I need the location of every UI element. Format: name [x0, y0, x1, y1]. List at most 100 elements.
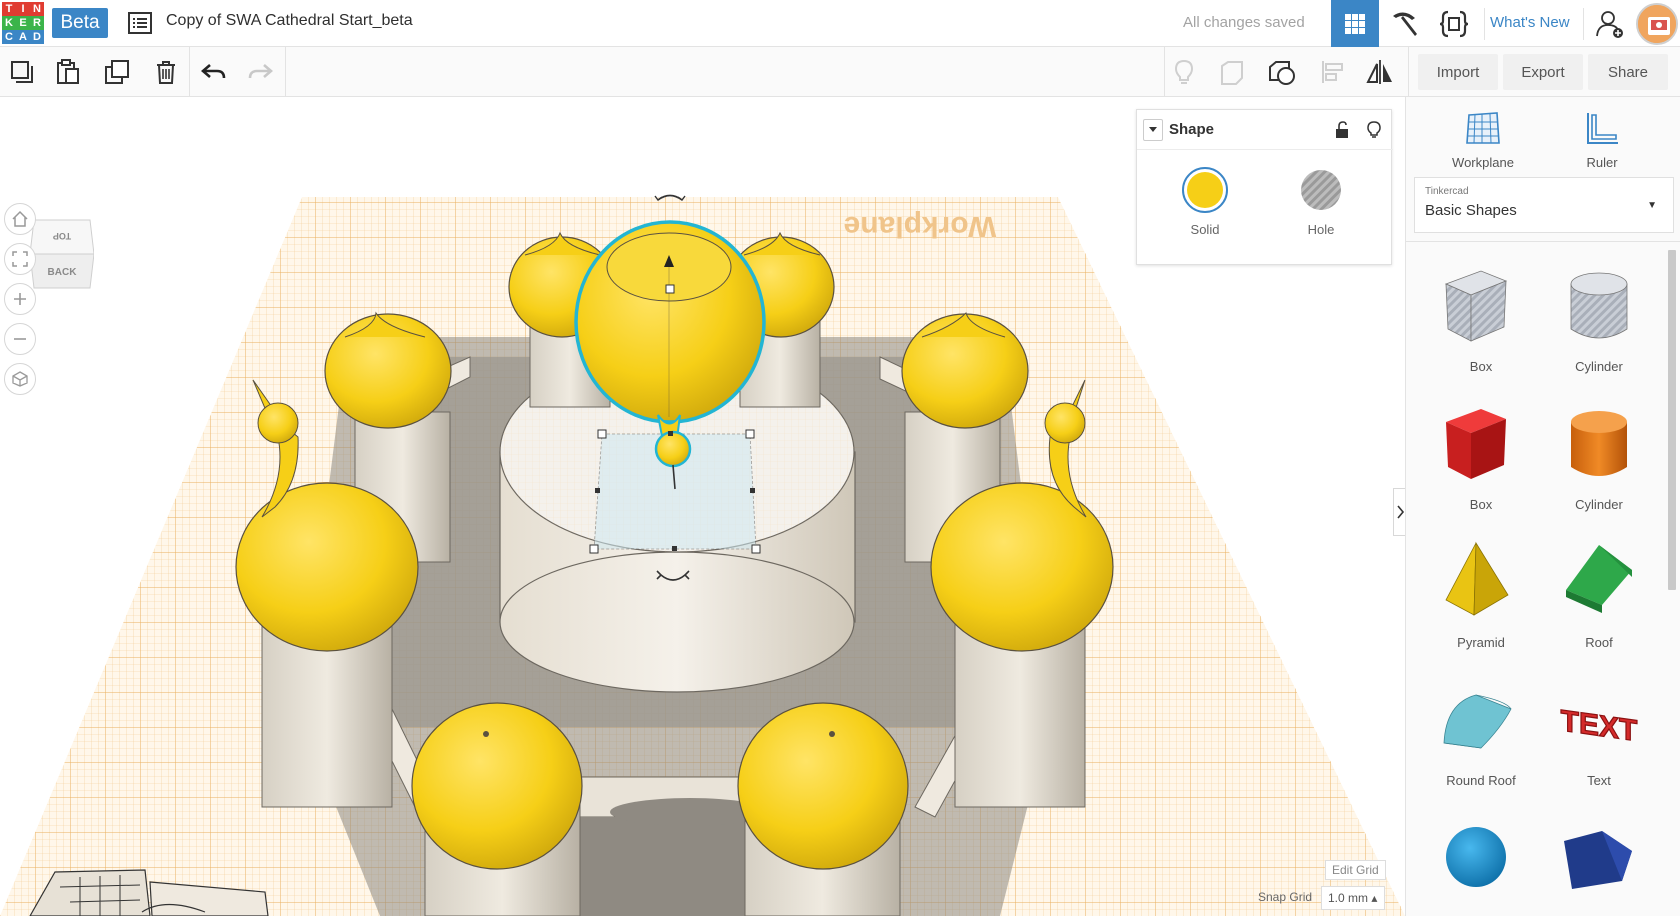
- add-user-icon: [1596, 10, 1623, 38]
- dome[interactable]: [901, 312, 1029, 429]
- resize-handle[interactable]: [672, 546, 677, 551]
- shape-notes-button[interactable]: [1365, 121, 1383, 139]
- trash-icon: [157, 61, 175, 84]
- view-cube[interactable]: TOP BACK: [29, 218, 95, 298]
- logo-letter: K: [2, 16, 16, 30]
- 3d-design-view-button[interactable]: [1331, 0, 1379, 47]
- shape-tile-round-roof[interactable]: Round Roof: [1426, 673, 1536, 798]
- caret-down-icon: [1149, 127, 1157, 132]
- panel-collapse-tab[interactable]: [1393, 488, 1405, 536]
- cube-icon: [12, 371, 28, 387]
- shape-label: Box: [1469, 497, 1493, 512]
- logo-letter: R: [30, 16, 44, 30]
- resize-handle[interactable]: [745, 429, 755, 439]
- shape-tile-wedge[interactable]: [1544, 811, 1654, 916]
- undo-icon: [201, 64, 226, 79]
- document-title[interactable]: Copy of SWA Cathedral Start_beta: [166, 12, 413, 30]
- mirror-icon: [1366, 60, 1392, 84]
- workplane-label: Workplane: [1452, 155, 1514, 170]
- grid-view-icon: [1345, 13, 1365, 34]
- fit-view-button[interactable]: [4, 243, 36, 275]
- shape-tile-pyramid[interactable]: Pyramid: [1426, 535, 1536, 660]
- tinkercad-app: T I N K E R C A D Beta Copy of SWA Cathe…: [0, 0, 1680, 916]
- cylinder-orange-icon: [1571, 411, 1627, 476]
- dome[interactable]: [411, 702, 583, 870]
- beta-badge: Beta: [52, 8, 108, 38]
- edit-grid-button[interactable]: Edit Grid: [1325, 860, 1386, 880]
- resize-handle[interactable]: [750, 488, 755, 493]
- export-button[interactable]: Export: [1503, 54, 1583, 90]
- design-list-icon[interactable]: [128, 12, 152, 34]
- height-handle[interactable]: [665, 284, 675, 294]
- zoom-out-button[interactable]: [4, 323, 36, 355]
- dome[interactable]: [737, 702, 909, 870]
- shape-label: Pyramid: [1457, 635, 1505, 650]
- logo-letter: E: [16, 16, 30, 30]
- align-button[interactable]: [1316, 56, 1348, 88]
- library-name: Basic Shapes: [1425, 202, 1517, 219]
- perspective-button[interactable]: [4, 363, 36, 395]
- add-user-button[interactable]: [1586, 0, 1634, 47]
- inspector-collapse-button[interactable]: [1143, 119, 1163, 141]
- delete-button[interactable]: [150, 56, 182, 88]
- logo-letter: I: [16, 2, 30, 16]
- snap-grid-select[interactable]: 1.0 mm ▴: [1321, 886, 1385, 910]
- paste-button[interactable]: [52, 56, 84, 88]
- tinkercad-logo[interactable]: T I N K E R C A D: [2, 2, 44, 44]
- toolbar-separator: [285, 47, 286, 97]
- user-avatar[interactable]: [1636, 3, 1678, 45]
- solid-color-button[interactable]: [1182, 167, 1228, 213]
- unlock-button[interactable]: [1333, 121, 1351, 139]
- code-braces-icon: [1439, 10, 1469, 37]
- whats-new-link[interactable]: What's New: [1490, 14, 1570, 31]
- logo-letter: A: [16, 30, 30, 44]
- fit-icon: [12, 251, 28, 267]
- shape-tile-box[interactable]: Box: [1426, 397, 1536, 522]
- unlock-icon: [1336, 121, 1348, 138]
- shape-tile-text[interactable]: TEXT Text: [1544, 673, 1654, 798]
- shape-tile-cylinder-hole[interactable]: Cylinder: [1544, 259, 1654, 384]
- inspector-header: Shape: [1137, 110, 1393, 150]
- shape-tile-sphere[interactable]: [1426, 811, 1536, 916]
- shape-library-select[interactable]: Tinkercad Basic Shapes ▼: [1414, 177, 1674, 233]
- undo-button[interactable]: [198, 56, 230, 88]
- logo-letter: N: [30, 2, 44, 16]
- shape-tile-cylinder[interactable]: Cylinder: [1544, 397, 1654, 522]
- shapes-scrollbar[interactable]: [1668, 250, 1676, 590]
- share-button[interactable]: Share: [1588, 54, 1668, 90]
- home-view-button[interactable]: [4, 203, 36, 235]
- resize-handle[interactable]: [597, 429, 607, 439]
- viewcube-back-label: BACK: [48, 267, 78, 278]
- workplane-tool[interactable]: Workplane: [1438, 107, 1528, 170]
- align-icon: [1322, 61, 1343, 83]
- resize-handle[interactable]: [595, 488, 600, 493]
- codeblocks-view-button[interactable]: [1430, 0, 1478, 47]
- group-button[interactable]: [1266, 56, 1298, 88]
- shape-tile-roof[interactable]: Roof: [1544, 535, 1654, 660]
- minus-icon: [14, 338, 26, 340]
- redo-button[interactable]: [244, 56, 276, 88]
- solid-label: Solid: [1190, 222, 1220, 237]
- hole-button[interactable]: [1298, 167, 1344, 213]
- notes-button[interactable]: [1168, 56, 1200, 88]
- dome[interactable]: [324, 311, 452, 429]
- logo-letter: C: [2, 30, 16, 44]
- design-canvas[interactable]: Workplane TOP BACK Shape Solid Hole Edit…: [0, 97, 1405, 916]
- blocks-view-button[interactable]: [1380, 0, 1428, 47]
- shape-label: Cylinder: [1575, 359, 1623, 374]
- svg-text:TEXT: TEXT: [1561, 704, 1638, 748]
- copy-button[interactable]: [6, 56, 38, 88]
- ruler-tool[interactable]: Ruler: [1557, 107, 1647, 170]
- resize-handle[interactable]: [589, 544, 599, 554]
- import-button[interactable]: Import: [1418, 54, 1498, 90]
- shape-tile-box-hole[interactable]: Box: [1426, 259, 1536, 384]
- resize-handle[interactable]: [751, 544, 761, 554]
- duplicate-button[interactable]: [102, 56, 134, 88]
- hide-button[interactable]: [1216, 56, 1248, 88]
- mirror-button[interactable]: [1364, 56, 1396, 88]
- logo-letter: T: [2, 2, 16, 16]
- shape-label: Roof: [1585, 635, 1613, 650]
- zoom-in-button[interactable]: [4, 283, 36, 315]
- viewcube-top-label: TOP: [53, 231, 71, 241]
- snap-grid-label: Snap Grid: [1258, 890, 1313, 904]
